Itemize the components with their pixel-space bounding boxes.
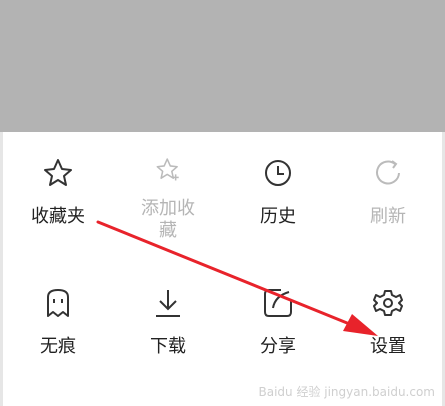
- menu-item-label: 设置: [370, 336, 406, 357]
- menu-item-label: 添加收藏: [141, 198, 195, 241]
- menu-item-label: 下载: [150, 336, 186, 357]
- share-icon: [264, 289, 292, 317]
- menu-item-label: 历史: [260, 206, 296, 227]
- menu-item-refresh[interactable]: 刷新: [333, 132, 443, 242]
- refresh-icon: [376, 160, 400, 185]
- watermark: Baidu 经验 jingyan.baidu.com: [258, 385, 435, 399]
- menu-item-history[interactable]: 历史: [223, 132, 333, 242]
- menu-item-label: 分享: [260, 336, 296, 357]
- browser-menu-panel: 收藏夹 添加收藏 历史 刷新 无痕 下载 分享 设置: [3, 132, 442, 406]
- dimmed-page-overlay[interactable]: [0, 0, 445, 132]
- menu-item-label: 刷新: [370, 206, 406, 227]
- menu-item-favorites[interactable]: 收藏夹: [3, 132, 113, 242]
- menu-item-label: 无痕: [40, 336, 76, 357]
- clock-icon: [265, 160, 291, 186]
- menu-item-settings[interactable]: 设置: [333, 262, 443, 372]
- menu-item-add-favorite[interactable]: 添加收藏: [113, 132, 223, 242]
- star-plus-icon: [156, 158, 179, 181]
- menu-item-label: 收藏夹: [31, 206, 85, 227]
- menu-item-incognito[interactable]: 无痕: [3, 262, 113, 372]
- star-icon: [44, 159, 72, 186]
- menu-item-share[interactable]: 分享: [223, 262, 333, 372]
- download-icon: [156, 290, 180, 317]
- ghost-icon: [47, 289, 69, 317]
- menu-item-downloads[interactable]: 下载: [113, 262, 223, 372]
- gear-icon: [373, 290, 403, 316]
